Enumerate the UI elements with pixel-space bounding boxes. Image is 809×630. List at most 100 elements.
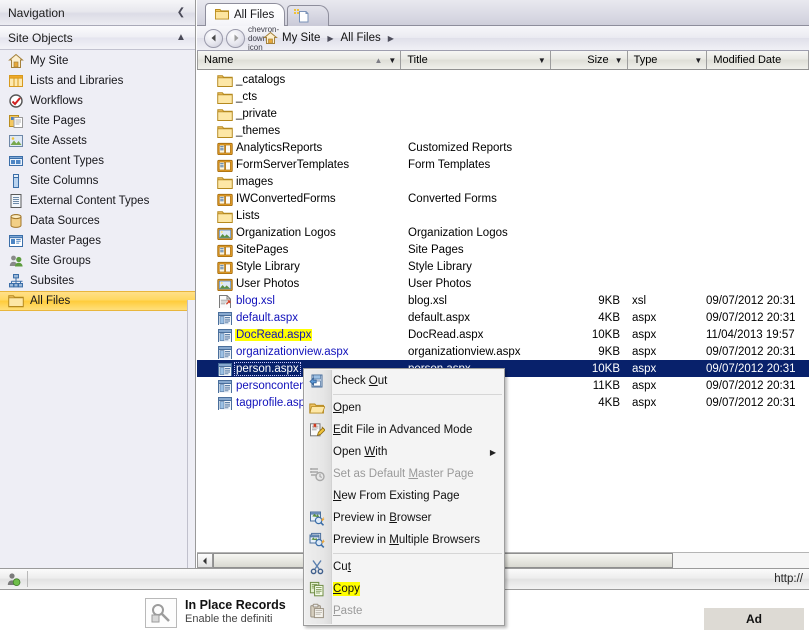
- menu-item-open-with[interactable]: Open With▶: [304, 441, 504, 463]
- chevron-up-icon[interactable]: ▲: [173, 33, 189, 43]
- file-name-cell[interactable]: Style Library: [197, 260, 402, 274]
- sidebar-item-master-pages[interactable]: Master Pages: [0, 231, 195, 251]
- sidebar-splitter[interactable]: [187, 300, 195, 568]
- aspx-file-icon: [217, 379, 231, 393]
- menu-item-open[interactable]: Open: [304, 397, 504, 419]
- column-filter-icon[interactable]: ▼: [532, 56, 546, 65]
- file-name-cell[interactable]: AnalyticsReports: [197, 141, 402, 155]
- file-name-cell[interactable]: FormServerTemplates: [197, 158, 402, 172]
- site-objects-header[interactable]: Site Objects ▲: [0, 26, 195, 50]
- column-filter-icon[interactable]: ▼: [688, 56, 702, 65]
- column-header-title[interactable]: Title▼: [401, 51, 551, 69]
- column-header-size[interactable]: Size▼: [551, 51, 628, 69]
- table-row[interactable]: User PhotosUser Photos: [197, 275, 809, 292]
- folder-icon: [8, 293, 24, 309]
- collapse-chevron-icon[interactable]: ❮: [173, 8, 189, 18]
- back-button[interactable]: [204, 29, 223, 48]
- menu-item-check-out[interactable]: Check Out: [304, 370, 504, 392]
- content-types-icon: [8, 153, 24, 169]
- table-row[interactable]: IWConvertedFormsConverted Forms: [197, 190, 809, 207]
- file-size-cell: 4KB: [552, 397, 626, 409]
- file-name-cell[interactable]: blog.xsl: [197, 294, 402, 308]
- file-name-cell[interactable]: organizationview.aspx: [197, 345, 402, 359]
- table-row[interactable]: images: [197, 173, 809, 190]
- column-filter-icon[interactable]: ▼: [382, 56, 396, 65]
- file-size-cell: 10KB: [552, 329, 626, 341]
- site-objects-title: Site Objects: [8, 31, 173, 45]
- table-row[interactable]: default.aspxdefault.aspx4KBaspx09/07/201…: [197, 309, 809, 326]
- file-name-cell[interactable]: default.aspx: [197, 311, 402, 325]
- table-row[interactable]: Lists: [197, 207, 809, 224]
- file-context-menu[interactable]: Check Out OpenEdit File in Advanced ModeO…: [303, 368, 505, 626]
- sidebar-item-my-site[interactable]: My Site: [0, 51, 195, 71]
- sidebar-item-site-groups[interactable]: Site Groups: [0, 251, 195, 271]
- sidebar-item-site-assets[interactable]: Site Assets: [0, 131, 195, 151]
- sidebar-item-site-pages[interactable]: Site Pages: [0, 111, 195, 131]
- table-row[interactable]: SitePagesSite Pages: [197, 241, 809, 258]
- column-header-label: Type: [634, 54, 689, 66]
- sidebar-item-data-sources[interactable]: Data Sources: [0, 211, 195, 231]
- menu-item-edit-file-in-advanced-mode[interactable]: Edit File in Advanced Mode: [304, 419, 504, 441]
- column-header-row: Name▲▼Title▼Size▼Type▼Modified Date: [197, 51, 809, 70]
- file-name-cell[interactable]: DocRead.aspx: [197, 328, 402, 342]
- folder-icon: [217, 124, 231, 138]
- scroll-left-button[interactable]: [197, 553, 213, 568]
- column-header-modified-date[interactable]: Modified Date: [707, 51, 809, 69]
- file-name-cell[interactable]: User Photos: [197, 277, 402, 291]
- history-dropdown-icon[interactable]: chevron-down-icon: [248, 25, 260, 52]
- table-row[interactable]: _catalogs: [197, 71, 809, 88]
- file-name-cell[interactable]: IWConvertedForms: [197, 192, 402, 206]
- sidebar-item-external-content-types[interactable]: External Content Types: [0, 191, 195, 211]
- table-row[interactable]: blog.xslblog.xsl9KBxsl09/07/2012 20:31: [197, 292, 809, 309]
- file-name-cell[interactable]: _catalogs: [197, 73, 402, 87]
- file-name-cell[interactable]: _private: [197, 107, 402, 121]
- table-row[interactable]: _private: [197, 105, 809, 122]
- table-row[interactable]: Organization LogosOrganization Logos: [197, 224, 809, 241]
- file-name-cell[interactable]: Organization Logos: [197, 226, 402, 240]
- menu-item-preview-in-multiple-browsers[interactable]: Preview in Multiple Browsers: [304, 529, 504, 551]
- menu-item-label: Set as Default Master Page: [333, 468, 474, 480]
- menu-item-copy[interactable]: Copy: [304, 578, 504, 600]
- sidebar-item-site-columns[interactable]: Site Columns: [0, 171, 195, 191]
- table-row[interactable]: _themes: [197, 122, 809, 139]
- table-row[interactable]: AnalyticsReportsCustomized Reports: [197, 139, 809, 156]
- menu-item-cut[interactable]: Cut: [304, 556, 504, 578]
- tab-new-page[interactable]: [287, 5, 329, 26]
- file-name-cell[interactable]: Lists: [197, 209, 402, 223]
- menu-item-new-from-existing-page[interactable]: New From Existing Page: [304, 485, 504, 507]
- sidebar-item-content-types[interactable]: Content Types: [0, 151, 195, 171]
- table-row[interactable]: Style LibraryStyle Library: [197, 258, 809, 275]
- column-header-name[interactable]: Name▲▼: [197, 51, 401, 69]
- column-filter-icon[interactable]: ▼: [609, 56, 623, 65]
- forward-button[interactable]: [226, 29, 245, 48]
- bottom-pane-action-button[interactable]: Ad: [704, 608, 804, 630]
- sidebar-item-workflows[interactable]: Workflows: [0, 91, 195, 111]
- sidebar-item-subsites[interactable]: Subsites: [0, 271, 195, 291]
- library-icon: [217, 141, 231, 155]
- file-size-cell: 9KB: [552, 295, 626, 307]
- file-name-cell[interactable]: _cts: [197, 90, 402, 104]
- sidebar-item-label: All Files: [30, 295, 70, 307]
- breadcrumb-item-my-site[interactable]: My Site: [281, 32, 321, 44]
- sidebar-item-lists-and-libraries[interactable]: Lists and Libraries: [0, 71, 195, 91]
- file-name-label: Style Library: [235, 261, 301, 273]
- in-place-records-block[interactable]: In Place Records Enable the definiti: [145, 598, 286, 628]
- file-name-label: User Photos: [235, 278, 300, 290]
- column-header-type[interactable]: Type▼: [628, 51, 708, 69]
- table-row[interactable]: _cts: [197, 88, 809, 105]
- table-row[interactable]: DocRead.aspxDocRead.aspx10KBaspx11/04/20…: [197, 326, 809, 343]
- sidebar-item-label: Master Pages: [30, 235, 101, 247]
- table-row[interactable]: organizationview.aspxorganizationview.as…: [197, 343, 809, 360]
- check-out-icon: [309, 373, 325, 389]
- sidebar-item-all-files[interactable]: All Files: [0, 291, 195, 311]
- file-date-cell: 09/07/2012 20:31: [702, 295, 809, 307]
- sort-ascending-icon[interactable]: ▲: [370, 56, 382, 65]
- table-row[interactable]: FormServerTemplatesForm Templates: [197, 156, 809, 173]
- file-name-cell[interactable]: _themes: [197, 124, 402, 138]
- breadcrumb-item-all-files[interactable]: All Files: [340, 32, 382, 44]
- file-name-cell[interactable]: SitePages: [197, 243, 402, 257]
- document-tabstrip: All Files: [197, 0, 809, 26]
- tab-all-files[interactable]: All Files: [205, 3, 285, 26]
- file-name-cell[interactable]: images: [197, 175, 402, 189]
- menu-item-preview-in-browser[interactable]: Preview in Browser: [304, 507, 504, 529]
